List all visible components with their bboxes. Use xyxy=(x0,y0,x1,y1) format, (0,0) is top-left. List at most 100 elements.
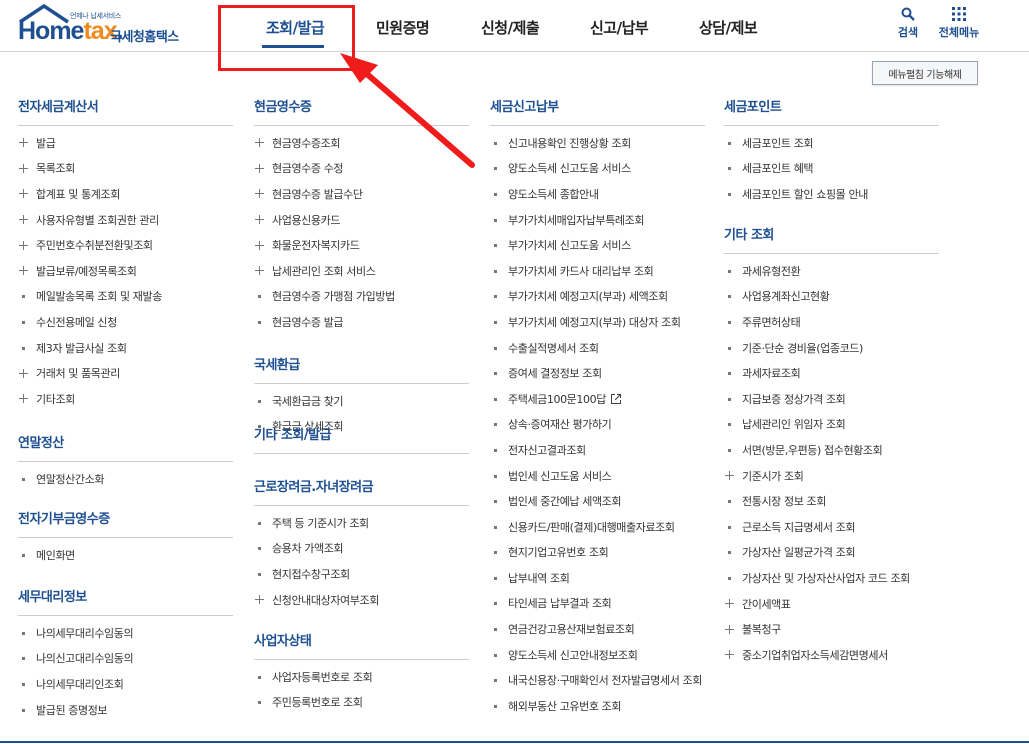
menu-link[interactable]: 부가가치세 신고도움 서비스 xyxy=(490,232,705,258)
section-title[interactable]: 연말정산 xyxy=(18,428,233,462)
menu-link[interactable]: 현지접수창구조회 xyxy=(254,561,469,587)
menu-link[interactable]: 메일발송목록 조회 및 재발송 xyxy=(18,284,233,310)
menu-link[interactable]: 나의세무대리인조회 xyxy=(18,671,233,697)
section-title[interactable]: 근로장려금.자녀장려금 xyxy=(254,472,469,506)
menu-link[interactable]: 주민등록번호로 조회 xyxy=(254,690,469,716)
menu-link[interactable]: 중소기업취업자소득세감면명세서 xyxy=(724,642,939,668)
menu-link[interactable]: 세금포인트 혜택 xyxy=(724,156,939,182)
menu-link[interactable]: 신청안내대상자여부조회 xyxy=(254,587,469,613)
menu-link[interactable]: 해외부동산 고유번호 조회 xyxy=(490,693,705,719)
menu-link[interactable]: 현지기업고유번호 조회 xyxy=(490,540,705,566)
menu-link[interactable]: 전통시장 정보 조회 xyxy=(724,488,939,514)
menu-link[interactable]: 승용차 가액조회 xyxy=(254,536,469,562)
menu-link[interactable]: 기타조회 xyxy=(18,386,233,412)
menu-link[interactable]: 부가가치세 예정고지(부과) 대상자 조회 xyxy=(490,309,705,335)
section-title[interactable]: 세금신고납부 xyxy=(490,92,705,126)
menu-link[interactable]: 사용자유형별 조회권한 관리 xyxy=(18,207,233,233)
menu-link[interactable]: 증여세 결정정보 조회 xyxy=(490,360,705,386)
menu-link[interactable]: 수신전용메일 신청 xyxy=(18,309,233,335)
menu-link[interactable]: 전자신고결과조회 xyxy=(490,437,705,463)
menu-link[interactable]: 주류면허상태 xyxy=(724,309,939,335)
bullet-icon xyxy=(490,264,508,278)
menu-link[interactable]: 불복청구 xyxy=(724,616,939,642)
menu-link[interactable]: 메인화면 xyxy=(18,542,233,568)
menu-link[interactable]: 목록조회 xyxy=(18,156,233,182)
menu-link[interactable]: 법인세 신고도움 서비스 xyxy=(490,463,705,489)
menu-link[interactable]: 납부내역 조회 xyxy=(490,565,705,591)
menu-link[interactable]: 법인세 중간예납 세액조회 xyxy=(490,488,705,514)
menu-link[interactable]: 현금영수증조회 xyxy=(254,130,469,156)
menu-link[interactable]: 나의신고대리수임동의 xyxy=(18,646,233,672)
nav-tab-apply-submit[interactable]: 신청/제출 xyxy=(481,17,540,38)
menu-link[interactable]: 사업용계좌신고현황 xyxy=(724,284,939,310)
menu-link[interactable]: 근로소득 지급명세서 조회 xyxy=(724,514,939,540)
menu-link[interactable]: 양도소득세 신고도움 서비스 xyxy=(490,156,705,182)
external-link-icon[interactable] xyxy=(610,393,622,405)
menu-link[interactable]: 납세관리인 위임자 조회 xyxy=(724,412,939,438)
menu-link[interactable]: 제3자 발급사실 조회 xyxy=(18,335,233,361)
menu-link-label: 부가가치세 예정고지(부과) 세액조회 xyxy=(508,290,668,304)
menu-link[interactable]: 세금포인트 할인 쇼핑몰 안내 xyxy=(724,181,939,207)
menu-link[interactable]: 화물운전자복지카드 xyxy=(254,232,469,258)
menu-link[interactable]: 신용카드/판매(결제)대행매출자료조회 xyxy=(490,514,705,540)
menu-link[interactable]: 양도소득세 신고안내정보조회 xyxy=(490,642,705,668)
hometax-logo[interactable]: 언제나 납세서비스 Hometax. 국세청홈택스 xyxy=(18,4,203,48)
menu-link[interactable]: 기준시가 조회 xyxy=(724,463,939,489)
menu-link[interactable]: 현금영수증 발급 xyxy=(254,309,469,335)
menu-link[interactable]: 납세관리인 조회 서비스 xyxy=(254,258,469,284)
menu-link[interactable]: 서면(방문,우편등) 접수현황조회 xyxy=(724,437,939,463)
menu-link[interactable]: 상속·증여재산 평가하기 xyxy=(490,412,705,438)
expand-plus-icon xyxy=(254,240,272,251)
menu-expand-toggle-button[interactable]: 메뉴펼침 기능해제 xyxy=(872,61,978,85)
menu-link[interactable]: 부가가치세매입자납부특례조회 xyxy=(490,207,705,233)
menu-link[interactable]: 세금포인트 조회 xyxy=(724,130,939,156)
menu-link[interactable]: 지급보증 정상가격 조회 xyxy=(724,386,939,412)
menu-link[interactable]: 내국신용장·구매확인서 전자발급명세서 조회 xyxy=(490,667,705,693)
menu-link[interactable]: 발급보류/예정목록조회 xyxy=(18,258,233,284)
section-title[interactable]: 현금영수증 xyxy=(254,92,469,126)
nav-tab-report-pay[interactable]: 신고/납부 xyxy=(590,17,649,38)
menu-link[interactable]: 주택세금100문100답 xyxy=(490,386,705,412)
menu-link[interactable]: 합계표 및 통계조회 xyxy=(18,181,233,207)
menu-link[interactable]: 간이세액표 xyxy=(724,591,939,617)
menu-link[interactable]: 가상자산 및 가상자산사업자 코드 조회 xyxy=(724,565,939,591)
menu-link[interactable]: 현금영수증 수정 xyxy=(254,156,469,182)
menu-link[interactable]: 연말정산간소화 xyxy=(18,466,233,492)
section-title[interactable]: 기타 조회/발급 xyxy=(254,426,469,454)
menu-link[interactable]: 발급된 증명정보 xyxy=(18,697,233,723)
menu-link-label: 주민번호수취분전환및조회 xyxy=(36,239,153,253)
menu-link[interactable]: 국세환급금 찾기 xyxy=(254,388,469,414)
menu-link[interactable]: 과세자료조회 xyxy=(724,360,939,386)
menu-link[interactable]: 신고내용확인 진행상황 조회 xyxy=(490,130,705,156)
menu-link[interactable]: 연금건강고용산재보험료조회 xyxy=(490,616,705,642)
nav-tab-civil-certificate[interactable]: 민원증명 xyxy=(376,17,430,38)
menu-link[interactable]: 가상자산 일평균가격 조회 xyxy=(724,540,939,566)
menu-link[interactable]: 양도소득세 종합안내 xyxy=(490,181,705,207)
menu-link[interactable]: 사업용신용카드 xyxy=(254,207,469,233)
section-title[interactable]: 세금포인트 xyxy=(724,92,939,126)
menu-link[interactable]: 발급 xyxy=(18,130,233,156)
section-title[interactable]: 전자세금계산서 xyxy=(18,92,233,126)
menu-link[interactable]: 부가가치세 예정고지(부과) 세액조회 xyxy=(490,284,705,310)
menu-link[interactable]: 거래처 및 품목관리 xyxy=(18,360,233,386)
section-title[interactable]: 사업자상태 xyxy=(254,626,469,660)
section-title[interactable]: 국세환급 xyxy=(254,350,469,384)
menu-link[interactable]: 사업자등록번호로 조회 xyxy=(254,664,469,690)
menu-link[interactable]: 과세유형전환 xyxy=(724,258,939,284)
menu-link[interactable]: 나의세무대리수임동의 xyxy=(18,620,233,646)
section-title[interactable]: 세무대리정보 xyxy=(18,582,233,616)
menu-link[interactable]: 현금영수증 가맹점 가입방법 xyxy=(254,284,469,310)
search-button[interactable]: 검색 xyxy=(893,7,923,40)
menu-link[interactable]: 부가가치세 카드사 대리납부 조회 xyxy=(490,258,705,284)
section-title[interactable]: 전자기부금영수증 xyxy=(18,504,233,538)
menu-link[interactable]: 주택 등 기준시가 조회 xyxy=(254,510,469,536)
menu-link[interactable]: 기준·단순 경비율(업종코드) xyxy=(724,335,939,361)
nav-tab-consult-report[interactable]: 상담/제보 xyxy=(699,17,758,38)
menu-link[interactable]: 현금영수증 발급수단 xyxy=(254,181,469,207)
menu-link[interactable]: 타인세금 납부결과 조회 xyxy=(490,591,705,617)
all-menu-button[interactable]: 전체메뉴 xyxy=(936,7,982,40)
menu-link[interactable]: 수출실적명세서 조회 xyxy=(490,335,705,361)
menu-link[interactable]: 주민번호수취분전환및조회 xyxy=(18,232,233,258)
section-title[interactable]: 기타 조회 xyxy=(724,220,939,254)
menu-link-label: 승용차 가액조회 xyxy=(272,542,344,556)
